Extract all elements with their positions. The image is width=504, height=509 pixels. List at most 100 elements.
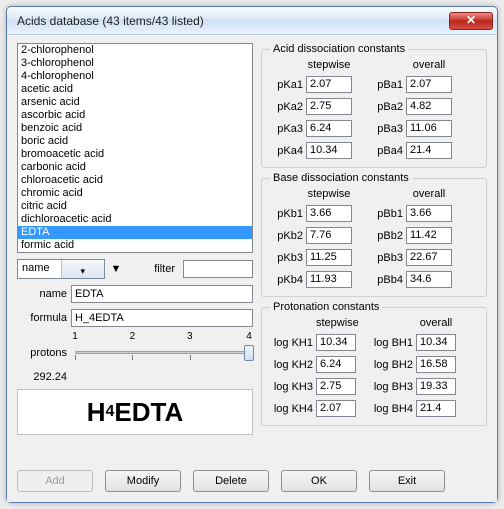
constant-label: log KH2	[270, 359, 316, 371]
list-item[interactable]: citric acid	[18, 200, 252, 213]
list-item[interactable]: 4-chlorophenol	[18, 70, 252, 83]
constant-value[interactable]: 2.07	[406, 76, 452, 93]
list-item[interactable]: 2-chlorophenol	[18, 44, 252, 57]
name-label: name	[17, 288, 67, 300]
right-column: Acid dissociation constants stepwiseover…	[261, 43, 487, 492]
exit-button[interactable]: Exit	[369, 470, 445, 492]
list-item[interactable]: chloroacetic acid	[18, 174, 252, 187]
formula-label: formula	[17, 312, 67, 324]
constant-value[interactable]: 11.42	[406, 227, 452, 244]
protons-row: protons 1 2 3 4	[17, 341, 253, 365]
modify-button[interactable]: Modify	[105, 470, 181, 492]
constant-value[interactable]: 21.4	[406, 142, 452, 159]
constant-label: pKb4	[270, 274, 306, 286]
constant-label: log BH4	[370, 403, 416, 415]
constant-label: pBa3	[370, 123, 406, 135]
acid-constants-legend: Acid dissociation constants	[270, 43, 408, 55]
constant-value[interactable]: 3.66	[306, 205, 352, 222]
name-row: name	[17, 285, 253, 303]
sort-combo[interactable]: name ▾	[17, 259, 105, 279]
add-button[interactable]: Add	[17, 470, 93, 492]
constant-value[interactable]: 11.06	[406, 120, 452, 137]
sort-direction-icon[interactable]: ▼	[109, 263, 123, 275]
formula-row: formula	[17, 309, 253, 327]
list-item[interactable]: arsenic acid	[18, 96, 252, 109]
constant-value[interactable]: 4.82	[406, 98, 452, 115]
list-item[interactable]: acetic acid	[18, 83, 252, 96]
formula-display: H4EDTA	[17, 389, 253, 435]
list-item[interactable]: hydrazoic acid	[18, 252, 252, 253]
filter-input[interactable]	[183, 260, 253, 278]
constant-value[interactable]: 2.07	[306, 76, 352, 93]
constant-value[interactable]: 16.58	[416, 356, 456, 373]
button-row: Add Modify Delete OK Exit	[17, 470, 487, 492]
constant-label: pBb3	[370, 252, 406, 264]
constant-value[interactable]: 10.34	[306, 142, 352, 159]
constant-value[interactable]: 21.4	[416, 400, 456, 417]
constant-label: log KH3	[270, 381, 316, 393]
delete-button[interactable]: Delete	[193, 470, 269, 492]
base-constants-group: Base dissociation constants stepwiseover…	[261, 172, 487, 297]
constant-value[interactable]: 11.93	[306, 271, 352, 288]
close-button[interactable]: ✕	[449, 12, 493, 30]
slider-thumb[interactable]	[244, 345, 254, 361]
constant-value[interactable]: 19.33	[416, 378, 456, 395]
constant-value[interactable]: 2.75	[316, 378, 356, 395]
list-item[interactable]: EDTA	[18, 226, 252, 239]
list-item[interactable]: boric acid	[18, 135, 252, 148]
constant-label: pKb3	[270, 252, 306, 264]
constant-label: pKa2	[270, 101, 306, 113]
list-item[interactable]: formic acid	[18, 239, 252, 252]
constant-label: pKa3	[270, 123, 306, 135]
constant-label: log BH1	[370, 337, 416, 349]
base-constants-legend: Base dissociation constants	[270, 172, 412, 184]
constant-label: pKb1	[270, 208, 306, 220]
close-icon: ✕	[466, 13, 476, 27]
protons-slider[interactable]: 1 2 3 4	[75, 341, 249, 365]
constant-label: log KH1	[270, 337, 316, 349]
constant-value[interactable]: 34.6	[406, 271, 452, 288]
constant-value[interactable]: 6.24	[306, 120, 352, 137]
constant-label: log KH4	[270, 403, 316, 415]
constant-label: pBb1	[370, 208, 406, 220]
list-item[interactable]: benzoic acid	[18, 122, 252, 135]
titlebar[interactable]: Acids database (43 items/43 listed) ✕	[7, 7, 497, 35]
constant-value[interactable]: 7.76	[306, 227, 352, 244]
left-column: 2-chlorophenol3-chlorophenol4-chlorophen…	[17, 43, 253, 492]
list-item[interactable]: 3-chlorophenol	[18, 57, 252, 70]
constant-label: pBa2	[370, 101, 406, 113]
constant-value[interactable]: 11.25	[306, 249, 352, 266]
ok-button[interactable]: OK	[281, 470, 357, 492]
list-item[interactable]: chromic acid	[18, 187, 252, 200]
mass-row: 292.24	[17, 371, 253, 383]
sort-combo-value: name	[18, 260, 61, 278]
list-item[interactable]: carbonic acid	[18, 161, 252, 174]
list-item[interactable]: ascorbic acid	[18, 109, 252, 122]
constant-label: pKa1	[270, 79, 306, 91]
constant-label: pBa4	[370, 145, 406, 157]
constant-value[interactable]: 2.07	[316, 400, 356, 417]
mass-value: 292.24	[17, 371, 67, 383]
constant-label: pBa1	[370, 79, 406, 91]
constant-value[interactable]: 6.24	[316, 356, 356, 373]
constant-label: pKb2	[270, 230, 306, 242]
constant-value[interactable]: 22.67	[406, 249, 452, 266]
chevron-down-icon: ▾	[61, 260, 105, 278]
acid-listbox[interactable]: 2-chlorophenol3-chlorophenol4-chlorophen…	[17, 43, 253, 253]
constant-value[interactable]: 2.75	[306, 98, 352, 115]
protonation-constants-group: Protonation constants stepwiseoveralllog…	[261, 301, 487, 426]
constant-value[interactable]: 3.66	[406, 205, 452, 222]
constant-value[interactable]: 10.34	[416, 334, 456, 351]
protons-label: protons	[17, 347, 67, 359]
protonation-constants-legend: Protonation constants	[270, 301, 382, 313]
name-input[interactable]	[71, 285, 253, 303]
constant-label: log BH3	[370, 381, 416, 393]
list-item[interactable]: dichloroacetic acid	[18, 213, 252, 226]
list-item[interactable]: bromoacetic acid	[18, 148, 252, 161]
constant-label: pBb4	[370, 274, 406, 286]
dialog-body: 2-chlorophenol3-chlorophenol4-chlorophen…	[7, 35, 497, 502]
filter-label: filter	[154, 263, 175, 275]
constant-value[interactable]: 10.34	[316, 334, 356, 351]
formula-input[interactable]	[71, 309, 253, 327]
constant-label: log BH2	[370, 359, 416, 371]
